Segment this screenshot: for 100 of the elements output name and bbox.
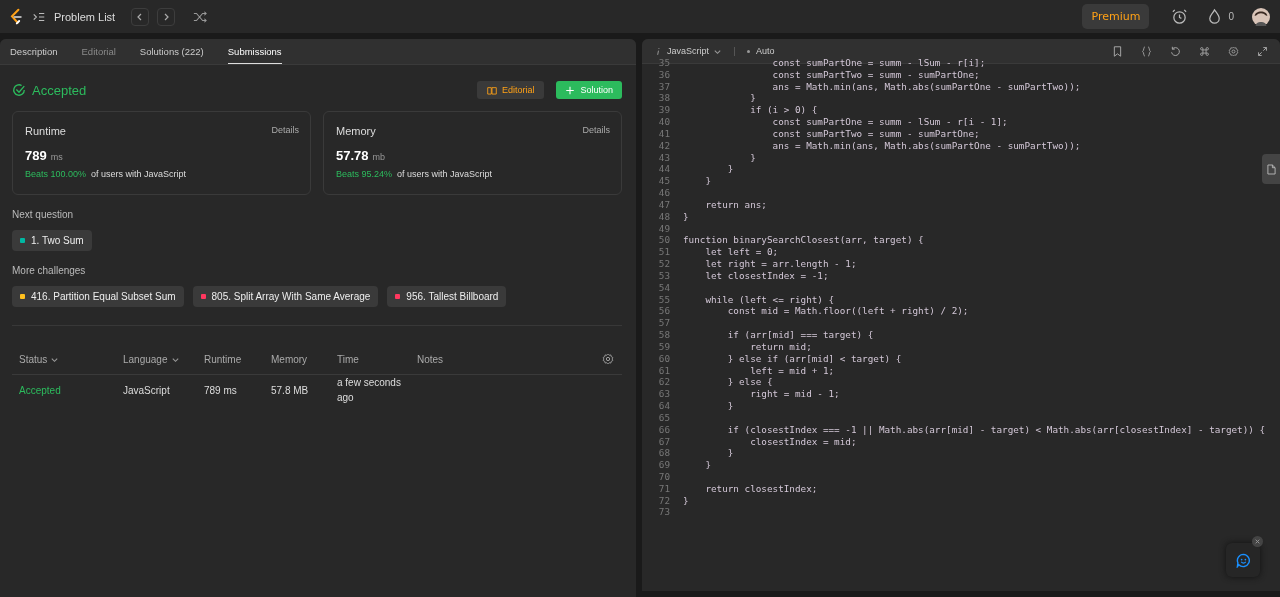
line-number: 49 — [657, 222, 671, 235]
shuffle-icon[interactable] — [193, 9, 208, 24]
reset-icon[interactable] — [1170, 45, 1181, 57]
section-heading: More challenges — [12, 265, 87, 276]
premium-button[interactable]: Premium — [1082, 4, 1150, 29]
code-line: } — [726, 447, 734, 460]
line-number: 53 — [657, 269, 671, 282]
tab[interactable]: Solutions (222) — [139, 39, 204, 64]
line-number: 63 — [657, 388, 671, 400]
question-chip[interactable]: 805. Split Array With Same Average — [192, 286, 379, 307]
question-chip[interactable]: 956. Tallest Billboard — [387, 286, 507, 307]
code-line: } — [749, 151, 756, 164]
line-number: 39 — [657, 104, 671, 117]
code-line: const sumPartOne = summ - lSum - r[i]; — [771, 57, 986, 69]
braces-icon[interactable] — [1141, 45, 1152, 57]
tab[interactable]: Description — [10, 39, 58, 64]
alarm-clock-icon[interactable] — [1171, 8, 1189, 25]
line-number: 44 — [657, 163, 671, 176]
line-number: 66 — [657, 423, 671, 436]
editorial-button[interactable]: Editorial — [476, 81, 545, 99]
file-tab-button[interactable] — [1262, 154, 1280, 184]
line-number: 36 — [657, 68, 671, 81]
streak-count: 0 — [1228, 11, 1234, 22]
line-number: 58 — [657, 329, 671, 341]
beats-suffix: of users with JavaScript — [91, 169, 187, 179]
settings-icon[interactable] — [1228, 45, 1239, 57]
line-number: 67 — [657, 435, 671, 448]
line-number: 41 — [657, 127, 671, 140]
code-line: } else { — [726, 376, 773, 389]
code-line: } — [683, 494, 689, 507]
expand-icon[interactable] — [1257, 45, 1268, 57]
code-line: if (arr[mid] === target) { — [726, 329, 874, 341]
code-line: } — [683, 210, 689, 223]
line-number: 38 — [657, 92, 671, 105]
code-line: if (closestIndex === -1 || Math.abs(arr[mid] - target) < Math.abs(arr[closestIndex] - target)) { — [726, 423, 1266, 436]
line-number: 54 — [657, 281, 671, 294]
code-line: let closestIndex = -1; — [704, 269, 829, 282]
line-number: 48 — [657, 210, 671, 223]
line-number: 57 — [657, 317, 671, 330]
code-line: return closestIndex; — [704, 482, 818, 495]
document-icon — [1266, 163, 1276, 175]
chat-button[interactable] — [1226, 543, 1260, 577]
line-number: 64 — [657, 400, 671, 412]
line-number: 69 — [657, 459, 671, 471]
status-cell[interactable]: Accepted — [19, 384, 123, 396]
code-line: left = mid + 1; — [749, 364, 835, 377]
column-header[interactable]: Language — [123, 353, 204, 365]
line-number: 70 — [657, 471, 671, 483]
line-number: 37 — [657, 80, 671, 93]
question-chip[interactable]: 1. Two Sum — [12, 230, 92, 251]
column-header: Notes — [417, 353, 445, 365]
code-line: let left = 0; — [704, 246, 779, 259]
code-line: const sumPartTwo = summ - sumPartOne; — [771, 68, 980, 81]
auto-mode-toggle[interactable]: Auto — [747, 46, 775, 56]
table-cell-text: 57.8 MB — [271, 384, 310, 396]
code-line: } — [726, 400, 734, 412]
tab[interactable]: Submissions — [227, 39, 282, 64]
line-number: 65 — [657, 411, 671, 424]
problem-list-link[interactable]: Problem List — [54, 10, 116, 23]
code-line: if (i > 0) { — [749, 104, 818, 117]
status-heading: Accepted — [32, 82, 87, 98]
stat-unit: ms — [50, 152, 63, 162]
plus-icon — [565, 85, 576, 95]
settings-icon[interactable] — [602, 353, 614, 365]
code-line: } — [749, 92, 756, 105]
line-number: 35 — [657, 57, 671, 69]
code-line: closestIndex = mid; — [749, 435, 857, 448]
logo-icon[interactable] — [8, 7, 24, 26]
close-icon[interactable] — [1252, 536, 1263, 547]
stat-value: 57.78 — [336, 148, 369, 163]
line-number: 72 — [657, 494, 671, 507]
code-line: } — [726, 163, 734, 176]
column-header: Memory — [271, 353, 309, 365]
check-circle-icon — [12, 83, 26, 97]
book-icon — [486, 85, 497, 95]
details-link[interactable]: Details — [271, 125, 299, 137]
code-line: const sumPartTwo = summ - sumPartOne; — [771, 127, 980, 140]
line-number: 73 — [657, 506, 671, 519]
avatar[interactable] — [1252, 7, 1270, 26]
table-cell-text: a few seconds ago — [337, 376, 402, 405]
command-icon[interactable] — [1199, 45, 1210, 57]
code-line: const sumPartOne = summ - lSum - r[i - 1]; — [771, 116, 1008, 128]
stat-unit: mb — [372, 152, 386, 162]
code-line: while (left <= right) { — [704, 293, 835, 306]
column-header[interactable]: Status — [19, 353, 123, 365]
details-link[interactable]: Details — [582, 125, 610, 137]
line-number: 68 — [657, 447, 671, 460]
bookmark-icon[interactable] — [1112, 45, 1123, 57]
question-chip[interactable]: 416. Partition Equal Subset Sum — [12, 286, 184, 307]
table-cell-text: JavaScript — [123, 384, 171, 396]
line-number: 71 — [657, 482, 671, 495]
code-line: const mid = Math.floor((left + right) / 2); — [726, 305, 969, 318]
line-number: 60 — [657, 352, 671, 365]
line-number: 40 — [657, 116, 671, 128]
code-line: } — [704, 175, 711, 188]
column-header: Time — [337, 353, 360, 365]
line-number: 55 — [657, 293, 671, 306]
language-select[interactable]: JavaScript — [667, 46, 723, 56]
line-number: 56 — [657, 305, 671, 318]
table-cell-text: 789 ms — [204, 384, 238, 396]
